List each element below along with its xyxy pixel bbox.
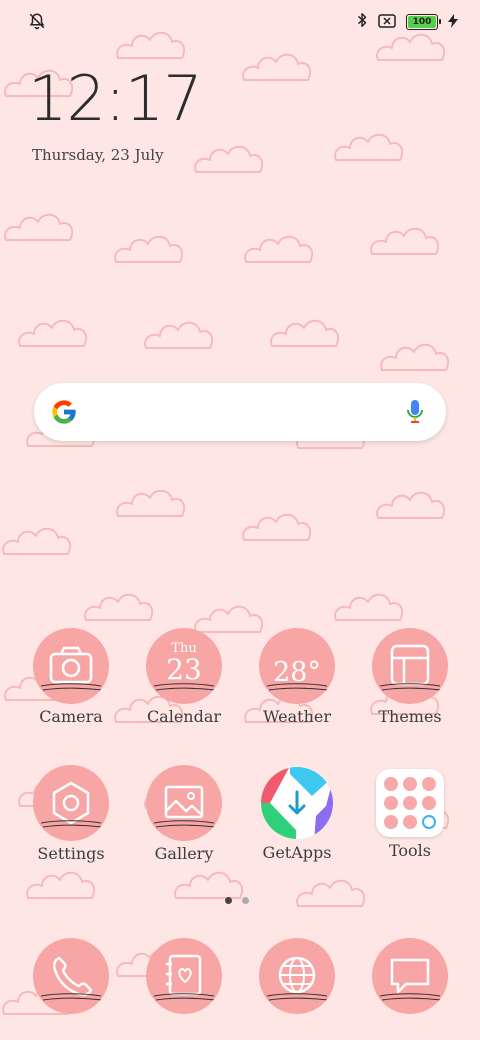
app-camera[interactable]: Camera bbox=[15, 628, 127, 726]
battery-icon: 100 bbox=[406, 14, 441, 30]
folder-app-thumbnail bbox=[422, 796, 436, 810]
weather-icon: 28° bbox=[259, 628, 335, 704]
app-label: Themes bbox=[378, 707, 442, 726]
themes-icon bbox=[372, 628, 448, 704]
app-getapps[interactable]: GetApps bbox=[241, 765, 353, 862]
calendar-icon: Thu 23 bbox=[146, 628, 222, 704]
bluetooth-icon bbox=[356, 12, 368, 32]
app-label: GetApps bbox=[262, 843, 332, 862]
page-indicator[interactable] bbox=[225, 897, 249, 904]
getapps-icon bbox=[260, 766, 334, 840]
page-dot-2[interactable] bbox=[242, 897, 249, 904]
page-dot-1[interactable] bbox=[225, 897, 232, 904]
app-label: Calendar bbox=[146, 707, 222, 726]
folder-app-thumbnail bbox=[384, 777, 398, 791]
microphone-icon[interactable] bbox=[406, 398, 424, 430]
app-settings[interactable]: Settings bbox=[15, 765, 127, 863]
folder-app-thumbnail bbox=[384, 796, 398, 810]
google-logo-icon bbox=[50, 398, 78, 430]
notifications-off-icon bbox=[28, 12, 46, 34]
app-label: Weather bbox=[263, 707, 331, 726]
app-weather[interactable]: 28° Weather bbox=[241, 628, 353, 726]
browser-icon bbox=[259, 938, 335, 1014]
no-sim-icon bbox=[378, 13, 396, 32]
google-search-bar[interactable] bbox=[34, 383, 446, 441]
settings-icon bbox=[33, 765, 109, 841]
dock-messages[interactable] bbox=[354, 938, 466, 1014]
app-themes[interactable]: Themes bbox=[354, 628, 466, 726]
clock-date[interactable]: Thursday, 23 July bbox=[32, 146, 164, 164]
status-bar: 100 bbox=[0, 0, 480, 44]
app-tools-folder[interactable]: Tools bbox=[354, 765, 466, 860]
clock-time[interactable]: 12:17 bbox=[28, 68, 203, 130]
app-label: Settings bbox=[37, 844, 105, 863]
app-gallery[interactable]: Gallery bbox=[128, 765, 240, 863]
folder-app-thumbnail bbox=[403, 815, 417, 829]
folder-app-thumbnail bbox=[422, 777, 436, 791]
app-label: Camera bbox=[39, 707, 103, 726]
phone-icon bbox=[33, 938, 109, 1014]
dock-contacts[interactable] bbox=[128, 938, 240, 1014]
camera-icon bbox=[33, 628, 109, 704]
folder-app-thumbnail bbox=[384, 815, 398, 829]
charging-icon bbox=[448, 13, 458, 32]
contacts-icon bbox=[146, 938, 222, 1014]
app-calendar[interactable]: Thu 23 Calendar bbox=[128, 628, 240, 726]
folder-app-thumbnail bbox=[422, 815, 436, 829]
dock-browser[interactable] bbox=[241, 938, 353, 1014]
dock-phone[interactable] bbox=[15, 938, 127, 1014]
gallery-icon bbox=[146, 765, 222, 841]
tools-folder-icon bbox=[376, 769, 444, 837]
folder-app-thumbnail bbox=[403, 796, 417, 810]
app-label: Tools bbox=[388, 841, 432, 860]
app-label: Gallery bbox=[154, 844, 214, 863]
messages-icon bbox=[372, 938, 448, 1014]
battery-level: 100 bbox=[408, 16, 436, 28]
folder-app-thumbnail bbox=[403, 777, 417, 791]
